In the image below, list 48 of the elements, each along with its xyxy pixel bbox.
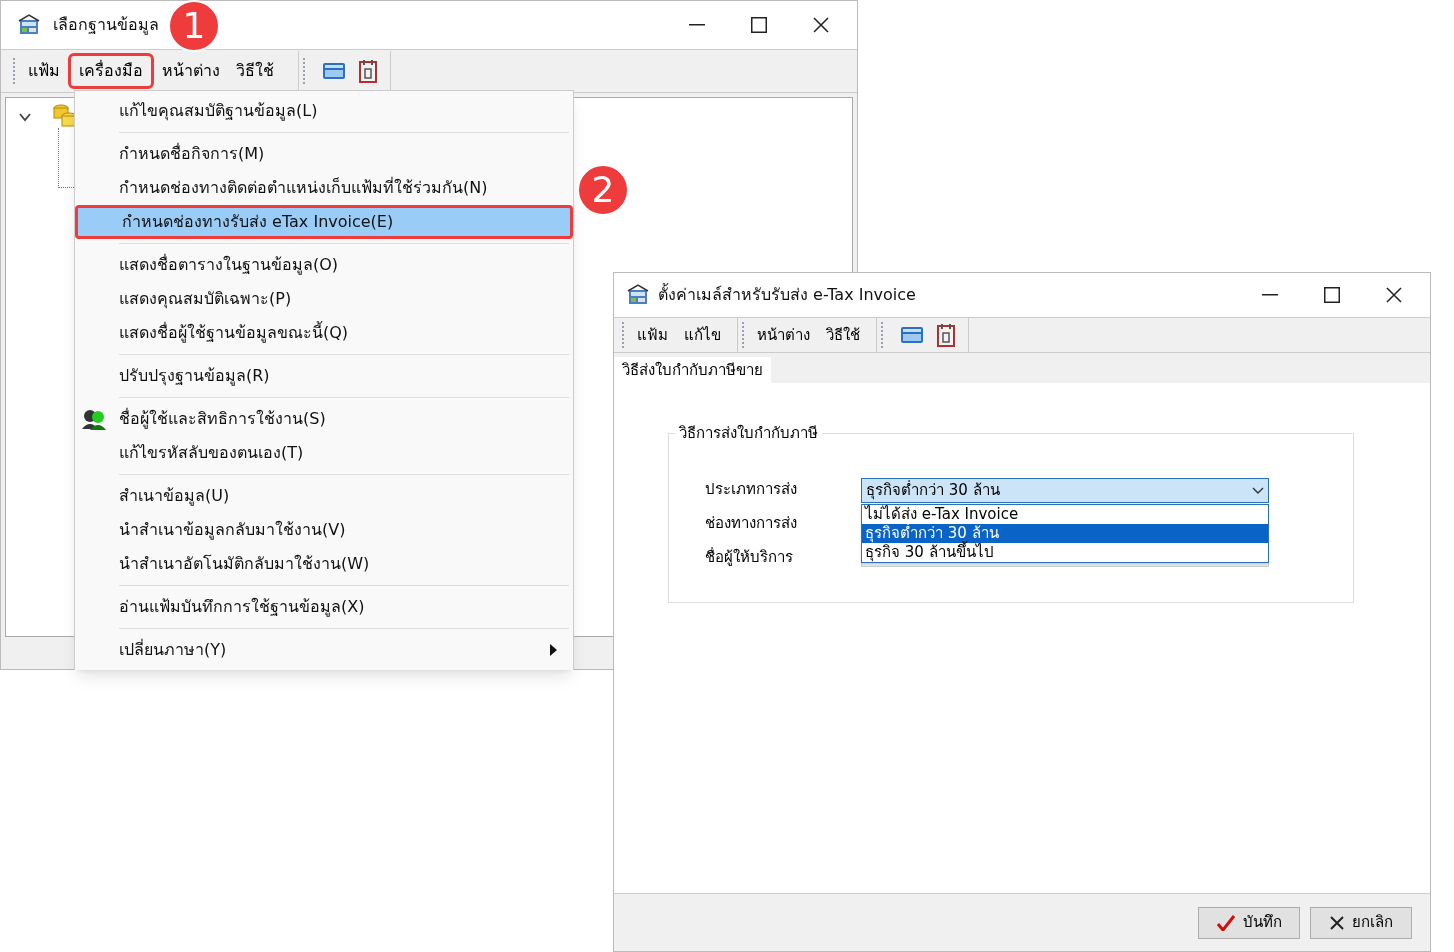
- database-app-icon: [17, 14, 41, 36]
- field-label: ประเภทการส่ง: [705, 479, 797, 500]
- minimize-icon[interactable]: [689, 24, 705, 26]
- field-label: ช่องทางการส่ง: [705, 513, 797, 534]
- send-type-dropdown[interactable]: ธุรกิจต่ำกว่า 30 ล้าน: [861, 478, 1269, 503]
- field-label: ชื่อผู้ให้บริการ: [705, 546, 794, 568]
- checkmark-icon: [1216, 914, 1235, 931]
- menu-item[interactable]: แฟ้ม: [629, 323, 676, 347]
- menu-option[interactable]: ชื่อผู้ใช้และสิทธิการใช้งาน(S): [75, 402, 573, 436]
- menu-option[interactable]: ปรับปรุงฐานข้อมูล(R): [75, 359, 573, 393]
- menu-option[interactable]: กำหนดช่องทางติดต่อตำแหน่งเก็บแฟ้มที่ใช้ร่วมกัน(N): [75, 171, 573, 205]
- menu-option[interactable]: แก้ไขรหัสลับของตนเอง(T): [75, 436, 573, 470]
- cancel-button[interactable]: ยกเลิก: [1310, 906, 1412, 939]
- menu-option[interactable]: กำหนดช่องทางรับส่ง eTax Invoice(E): [75, 205, 573, 239]
- close-icon[interactable]: [1386, 287, 1402, 303]
- menu-option[interactable]: สำเนาข้อมูล(U): [75, 479, 573, 513]
- menu-option[interactable]: อ่านแฟ้มบันทึกการใช้ฐานข้อมูล(X): [75, 590, 573, 624]
- menu-option[interactable]: แสดงชื่อตารางในฐานข้อมูล(O): [75, 248, 573, 282]
- chevron-down-icon: [1252, 486, 1264, 495]
- maximize-icon[interactable]: [751, 17, 767, 33]
- menu-item[interactable]: หน้าต่าง: [749, 323, 818, 347]
- dropdown-option[interactable]: ไม่ได้ส่ง e-Tax Invoice: [862, 505, 1268, 524]
- database-app-icon: [626, 284, 650, 306]
- menu-option[interactable]: แสดงคุณสมบัติเฉพาะ(P): [75, 282, 573, 316]
- window-title: เลือกฐานข้อมูล: [53, 14, 159, 37]
- menu-item[interactable]: แฟ้ม: [20, 53, 68, 89]
- menu-option[interactable]: แก้ไขคุณสมบัติฐานข้อมูล(L): [75, 94, 573, 128]
- tab[interactable]: วิธีส่งใบกำกับภาษีขาย: [614, 357, 771, 383]
- menu-item[interactable]: หน้าต่าง: [154, 53, 228, 89]
- menu-item[interactable]: วิธีใช้: [228, 53, 282, 89]
- menu-option[interactable]: นำสำเนาข้อมูลกลับมาใช้งาน(V): [75, 513, 573, 547]
- menu-option[interactable]: นำสำเนาอัตโนมัติกลับมาใช้งาน(W): [75, 547, 573, 581]
- calendar-icon[interactable]: [358, 59, 378, 83]
- menu-option[interactable]: กำหนดชื่อกิจการ(M): [75, 137, 573, 171]
- dropdown-option[interactable]: ธุรกิจ 30 ล้านขึ้นไป: [862, 543, 1268, 562]
- save-button[interactable]: บันทึก: [1198, 906, 1300, 939]
- menu-item[interactable]: วิธีใช้: [818, 323, 868, 347]
- menu-option[interactable]: เปลี่ยนภาษา(Y): [75, 633, 573, 667]
- maximize-icon[interactable]: [1324, 287, 1340, 303]
- minimize-icon[interactable]: [1262, 294, 1278, 296]
- calendar-icon[interactable]: [936, 323, 956, 347]
- menu-item[interactable]: แก้ไข: [676, 323, 729, 347]
- close-icon: [1329, 915, 1344, 930]
- submenu-arrow-icon: [550, 644, 557, 656]
- window-title: ตั้งค่าเมล์สำหรับรับส่ง e-Tax Invoice: [658, 283, 916, 306]
- menu-option[interactable]: แสดงชื่อผู้ใช้ฐานข้อมูลขณะนี้(Q): [75, 316, 573, 350]
- close-icon[interactable]: [813, 17, 829, 33]
- users-icon: [81, 408, 107, 430]
